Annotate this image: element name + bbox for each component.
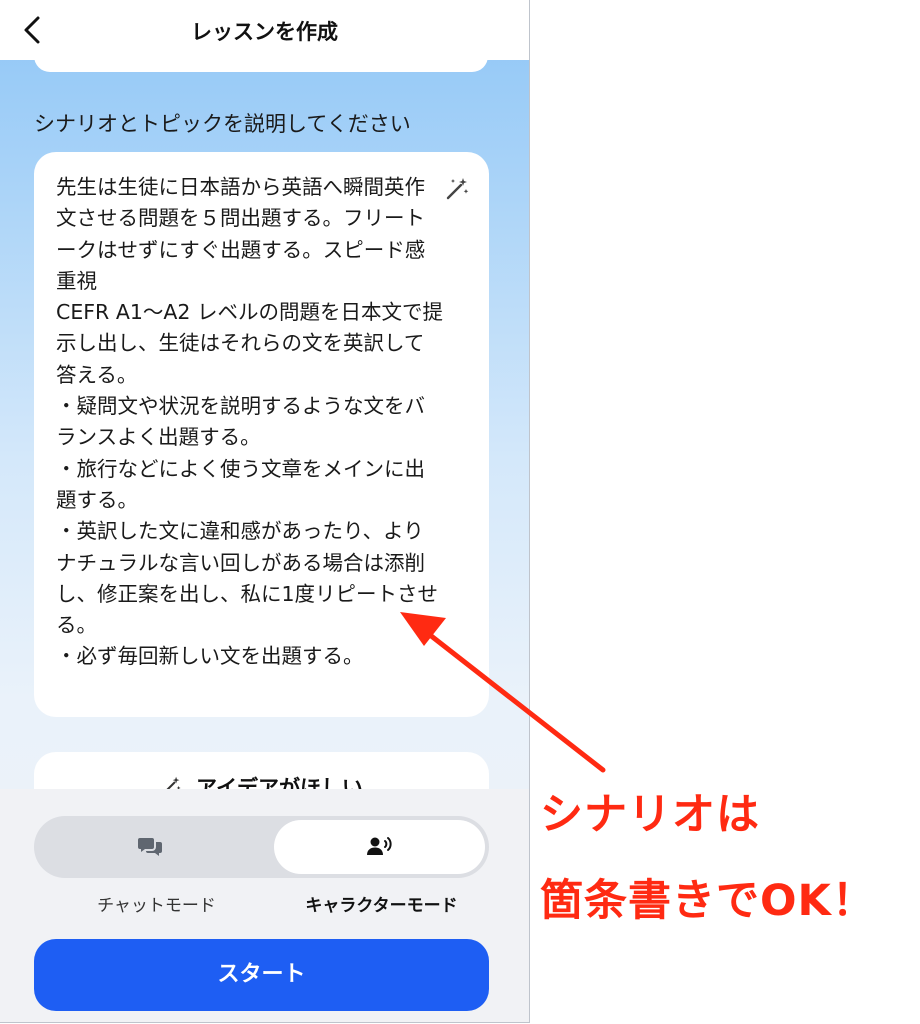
annotation-text-line1: シナリオは <box>540 790 760 840</box>
annotation-text-line2: 箇条書きでOK！ <box>540 876 876 926</box>
